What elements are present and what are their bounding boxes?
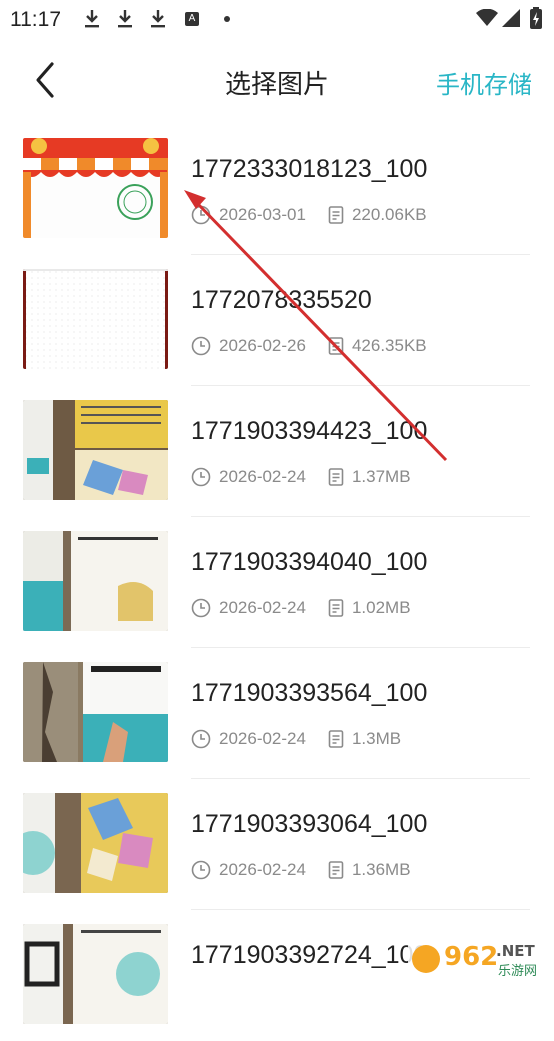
app-notification-icon: A xyxy=(185,12,199,26)
watermark-suffix: .NET xyxy=(496,942,535,960)
file-meta: 2026-02-24 1.3MB xyxy=(191,728,401,750)
file-date: 2026-03-01 xyxy=(219,205,306,224)
list-item[interactable]: 1771903394040_100 2026-02-24 1.02MB xyxy=(0,517,554,648)
signal-icon xyxy=(502,9,520,27)
file-date: 2026-02-24 xyxy=(219,729,306,748)
file-size: 1.37MB xyxy=(351,467,411,486)
thumbnail-image xyxy=(23,793,168,893)
list-item[interactable]: 1771903393064_100 2026-02-24 1.36MB xyxy=(0,779,554,910)
phone-storage-button[interactable]: 手机存储 xyxy=(436,65,532,100)
document-icon xyxy=(328,337,344,355)
app-header: 选择图片 手机存储 xyxy=(0,38,554,124)
list-item[interactable]: 1772333018123_100 2026-03-01 220.06KB xyxy=(0,124,554,255)
thumbnail-image xyxy=(23,924,168,1024)
file-size: 1.3MB xyxy=(351,729,402,748)
file-date: 2026-02-24 xyxy=(219,598,306,617)
file-date: 2026-02-26 xyxy=(219,336,306,355)
document-icon xyxy=(328,861,344,879)
file-name: 1771903392724_100 xyxy=(191,941,428,969)
download-icon xyxy=(85,10,99,28)
file-name: 1772078335520 xyxy=(191,286,372,314)
document-icon xyxy=(328,468,344,486)
list-item[interactable]: 1771903394423_100 2026-02-24 1.37MB xyxy=(0,386,554,517)
more-notifications-icon xyxy=(224,16,230,22)
file-date: 2026-02-24 xyxy=(219,860,306,879)
document-icon xyxy=(328,599,344,617)
battery-icon xyxy=(530,7,542,29)
file-name: 1772333018123_100 xyxy=(191,155,428,183)
watermark-logo: 962 .NET 乐游网 xyxy=(408,938,548,980)
file-size: 1.36MB xyxy=(351,860,411,879)
thumbnail-image xyxy=(23,662,168,762)
thumbnail-image xyxy=(23,400,168,500)
thumbnail-image xyxy=(23,531,168,631)
file-date: 2026-02-24 xyxy=(219,467,306,486)
clock-icon xyxy=(191,860,211,880)
clock-icon xyxy=(191,205,211,225)
wifi-icon xyxy=(476,9,498,26)
clock-icon xyxy=(191,336,211,356)
list-item[interactable]: 1772078335520 2026-02-26 426.35KB xyxy=(0,255,554,386)
download-icon xyxy=(151,10,165,28)
file-meta: 2026-03-01 220.06KB xyxy=(191,204,427,226)
file-size: 1.02MB xyxy=(351,598,411,617)
file-meta: 2026-02-26 426.35KB xyxy=(191,335,427,357)
clock-icon xyxy=(191,598,211,618)
status-bar: 11:17 A xyxy=(0,0,554,38)
file-name: 1771903393064_100 xyxy=(191,810,428,838)
file-name: 1771903394423_100 xyxy=(191,417,428,445)
file-size: 426.35KB xyxy=(351,336,427,355)
file-meta: 2026-02-24 1.37MB xyxy=(191,466,411,488)
clock-icon xyxy=(191,467,211,487)
list-item[interactable]: 1771903393564_100 2026-02-24 1.3MB xyxy=(0,648,554,779)
thumbnail-image xyxy=(23,269,168,369)
watermark-number: 962 xyxy=(444,942,498,972)
watermark-sub: 乐游网 xyxy=(498,964,537,979)
document-icon xyxy=(328,730,344,748)
file-name: 1771903394040_100 xyxy=(191,548,428,576)
file-meta: 2026-02-24 1.36MB xyxy=(191,859,411,881)
download-icon xyxy=(118,10,132,28)
document-icon xyxy=(328,206,344,224)
file-name: 1771903393564_100 xyxy=(191,679,428,707)
clock-icon xyxy=(191,729,211,749)
file-size: 220.06KB xyxy=(351,205,427,224)
file-meta: 2026-02-24 1.02MB xyxy=(191,597,411,619)
thumbnail-image xyxy=(23,138,168,238)
status-time: 11:17 xyxy=(10,8,61,31)
